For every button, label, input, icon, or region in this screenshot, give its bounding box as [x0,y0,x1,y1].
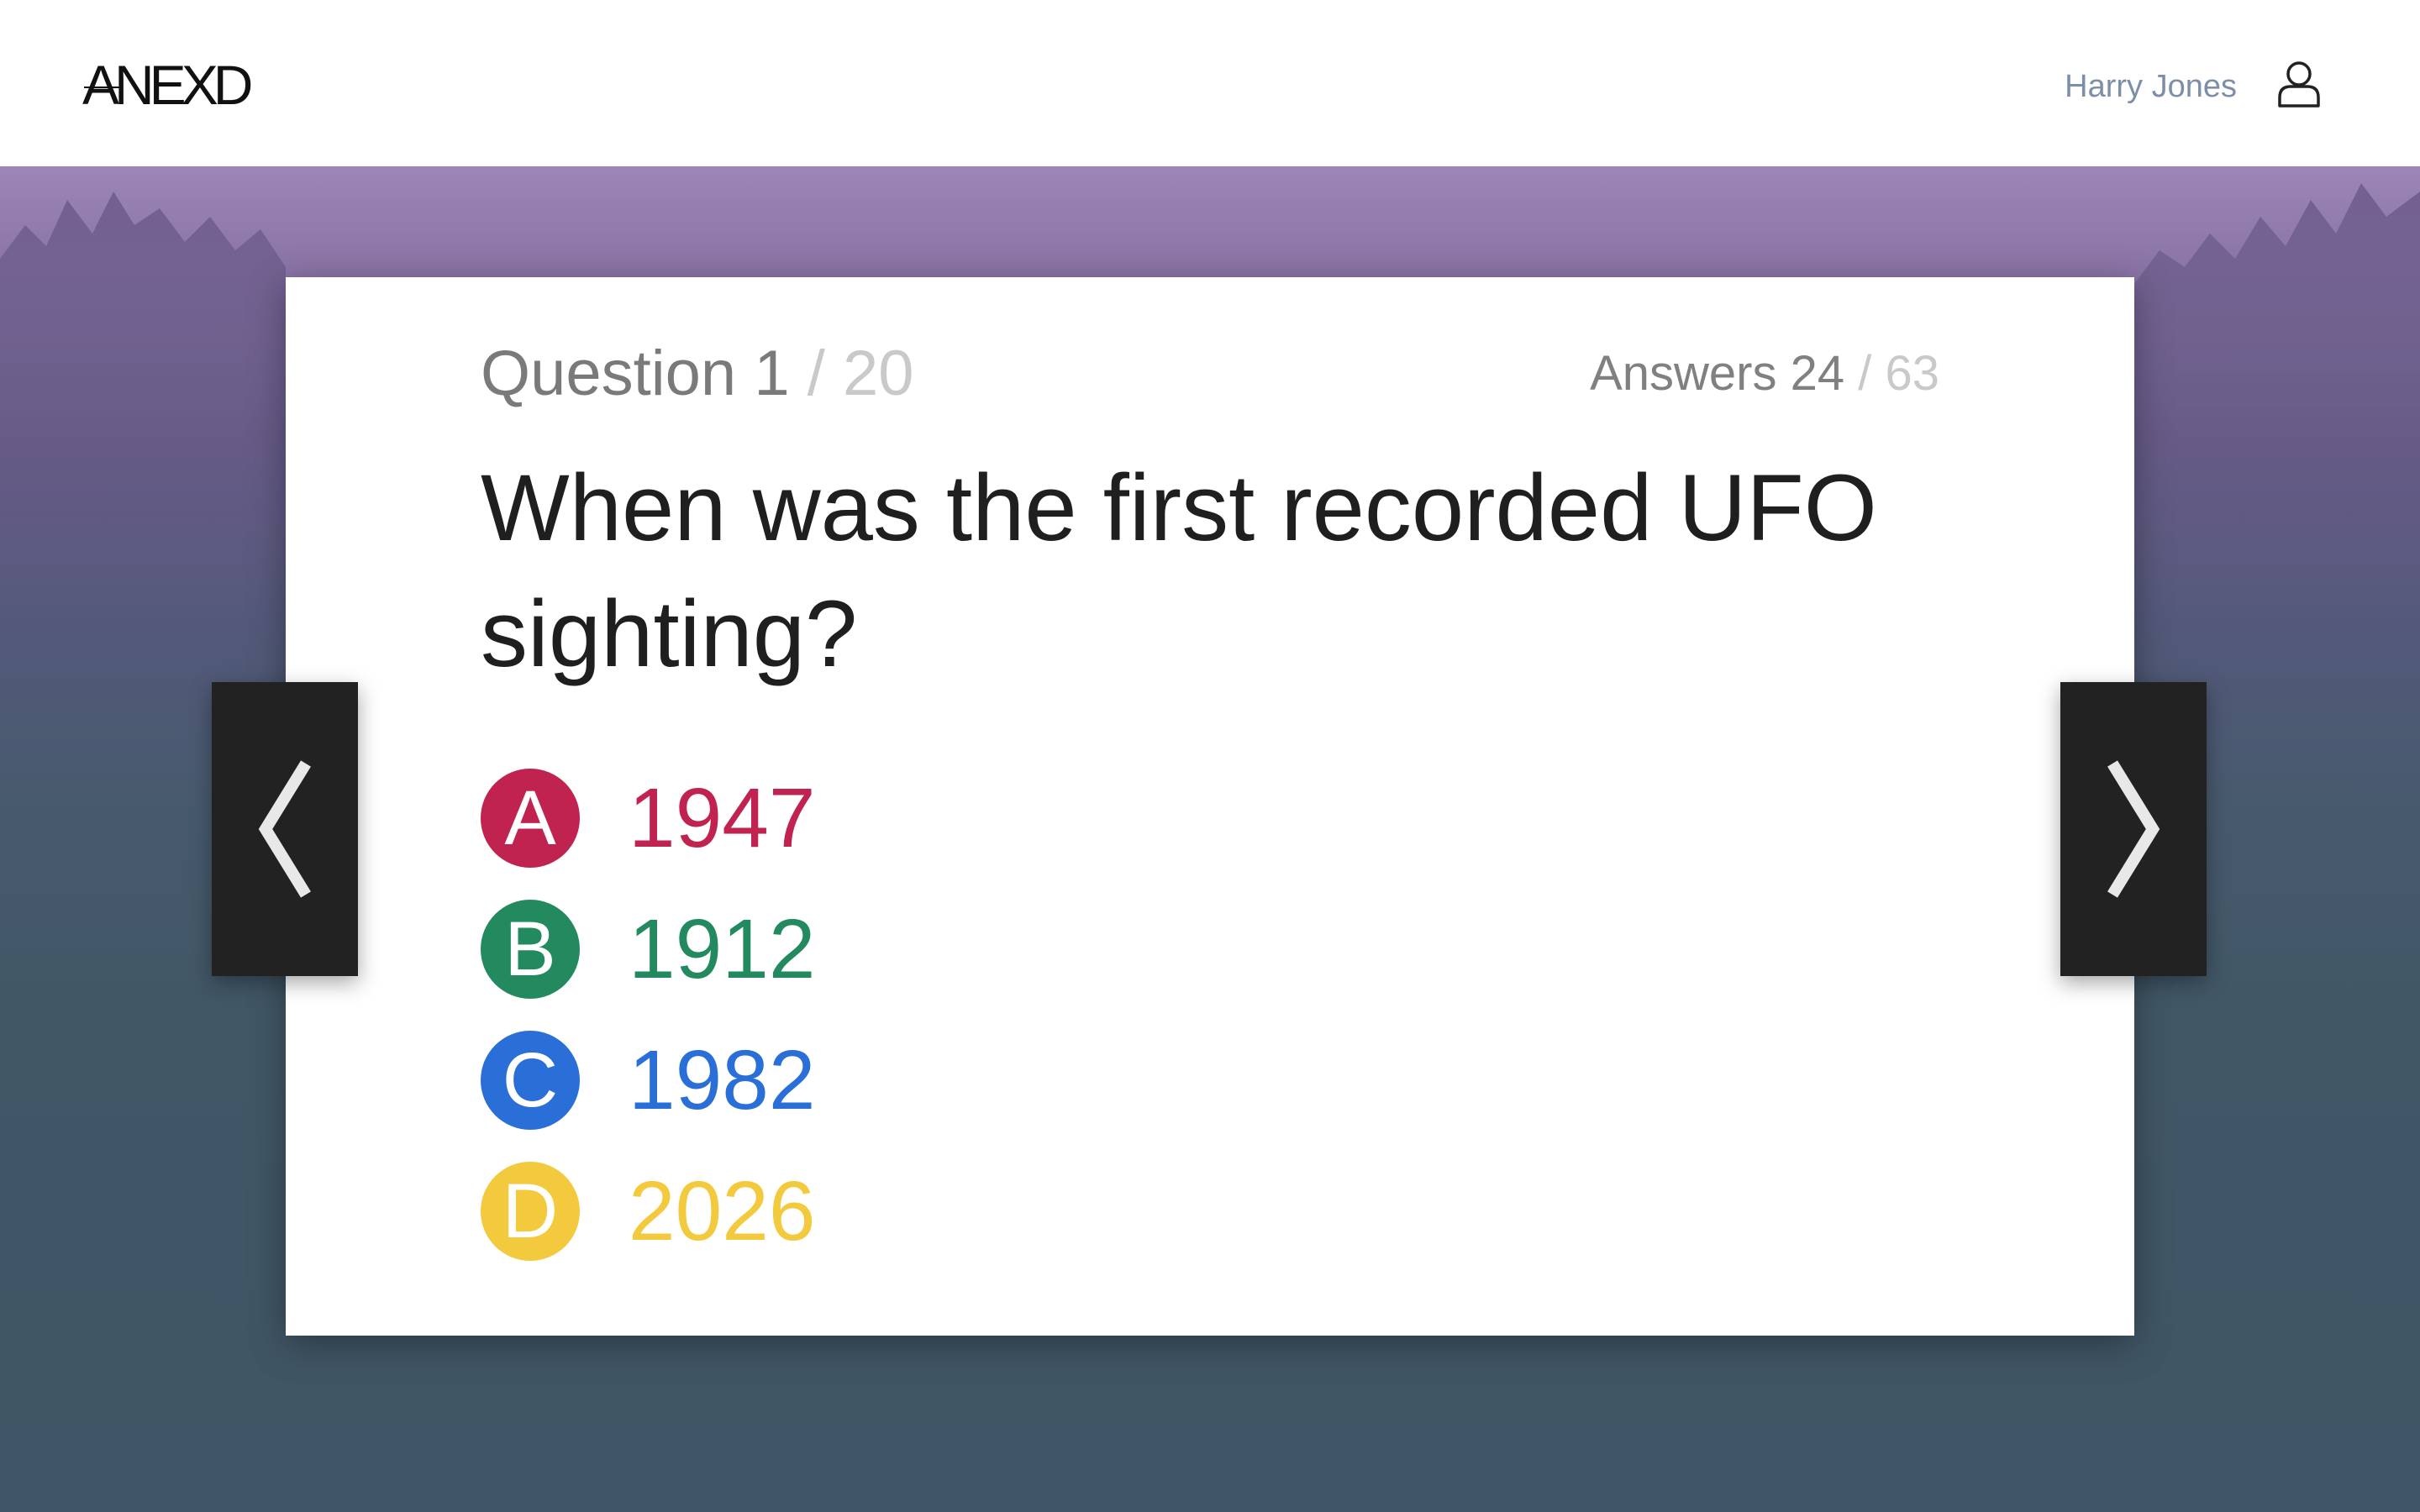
quiz-page: ANEXD Harry Jones Question 1 / 20 Answer… [0,0,2420,1512]
question-card: Question 1 / 20 Answers 24 / 63 When was… [286,277,2134,1336]
answer-option-d[interactable]: D 2026 [481,1146,1489,1277]
question-counter: Question 1 / 20 [481,336,913,412]
app-logo[interactable]: ANEXD [82,55,253,114]
answers-total: / 63 [1858,346,1939,401]
answer-option-c[interactable]: C 1982 [481,1015,1489,1146]
answers-current: 24 [1790,346,1845,401]
previous-question-button[interactable] [212,682,358,976]
answer-badge-b: B [481,900,580,999]
answer-text-b: 1912 [629,902,816,996]
question-total: / 20 [807,338,914,409]
answer-badge-a: A [481,769,580,868]
answer-options: A 1947 B 1912 C 1982 D 2026 [481,753,1489,1277]
answer-badge-c: C [481,1031,580,1130]
answer-option-b[interactable]: B 1912 [481,884,1489,1015]
answer-text-d: 2026 [629,1164,816,1258]
top-header: ANEXD Harry Jones [0,0,2420,166]
question-text: When was the first recorded UFO sighting… [481,455,1877,686]
answers-counter: Answers 24 / 63 [1590,344,1939,403]
chevron-left-icon [258,760,311,898]
answer-option-a[interactable]: A 1947 [481,753,1489,884]
user-profile-icon[interactable] [2275,59,2323,109]
answer-text-a: 1947 [629,771,816,865]
answer-text-c: 1982 [629,1033,816,1127]
user-name-link[interactable]: Harry Jones [2065,67,2237,106]
chevron-right-icon [2107,760,2160,898]
question-current: 1 [754,338,790,409]
next-question-button[interactable] [2060,682,2207,976]
logo-strike-mark [84,87,119,88]
answer-badge-d: D [481,1162,580,1261]
answers-label: Answers [1590,346,1777,401]
question-label: Question [481,338,737,409]
